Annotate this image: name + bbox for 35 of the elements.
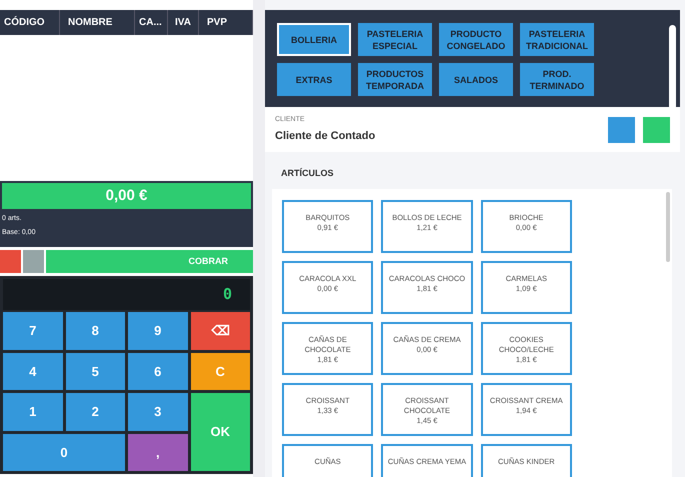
keypad-key[interactable]: 0 [3,434,125,471]
category-button[interactable]: PASTELERIA TRADICIONAL [520,23,594,56]
keypad-key[interactable]: 5 [66,352,125,390]
keypad-key[interactable]: 7 [3,312,62,350]
total-amount: 0,00 € [2,183,251,209]
keypad-key[interactable]: 2 [66,393,125,430]
column-header[interactable]: CÓDIGO [0,10,60,35]
category-button[interactable]: PRODUCTO CONGELADO [439,23,513,56]
client-name: Cliente de Contado [275,129,376,144]
keypad-key[interactable]: , [128,434,188,471]
keypad-key[interactable]: 1 [3,393,62,430]
keypad-key[interactable]: ⌫ [190,312,250,350]
scrollbar[interactable] [666,192,670,262]
keypad-key[interactable]: 4 [3,352,62,390]
category-button[interactable]: EXTRAS [277,63,351,96]
category-button[interactable]: PRODUCTOS TEMPORADA [358,63,432,96]
keypad-key[interactable]: 3 [128,393,188,430]
keypad-key[interactable]: 9 [128,312,188,350]
column-header[interactable]: CA... [135,10,168,35]
keypad-key[interactable]: 6 [128,352,188,390]
category-button[interactable]: PASTELERIA ESPECIAL [358,23,432,56]
category-button[interactable]: PROD. TERMINADO [520,63,594,96]
column-header[interactable]: PVP [199,10,253,35]
option-button[interactable] [23,250,44,273]
client-add-button[interactable] [643,116,670,142]
keypad-key[interactable]: 8 [66,312,125,350]
section-title: ARTÍCULOS [281,167,334,180]
cancel-button[interactable] [0,250,21,273]
category-button[interactable]: SALADOS [439,63,513,96]
client-search-button[interactable] [608,116,635,142]
category-button[interactable]: BOLLERIA [277,23,351,56]
column-header[interactable]: IVA [168,10,199,35]
column-header[interactable]: NOMBRE [60,10,135,35]
scrollbar[interactable] [669,25,676,110]
keypad-display: 0 [3,279,250,310]
